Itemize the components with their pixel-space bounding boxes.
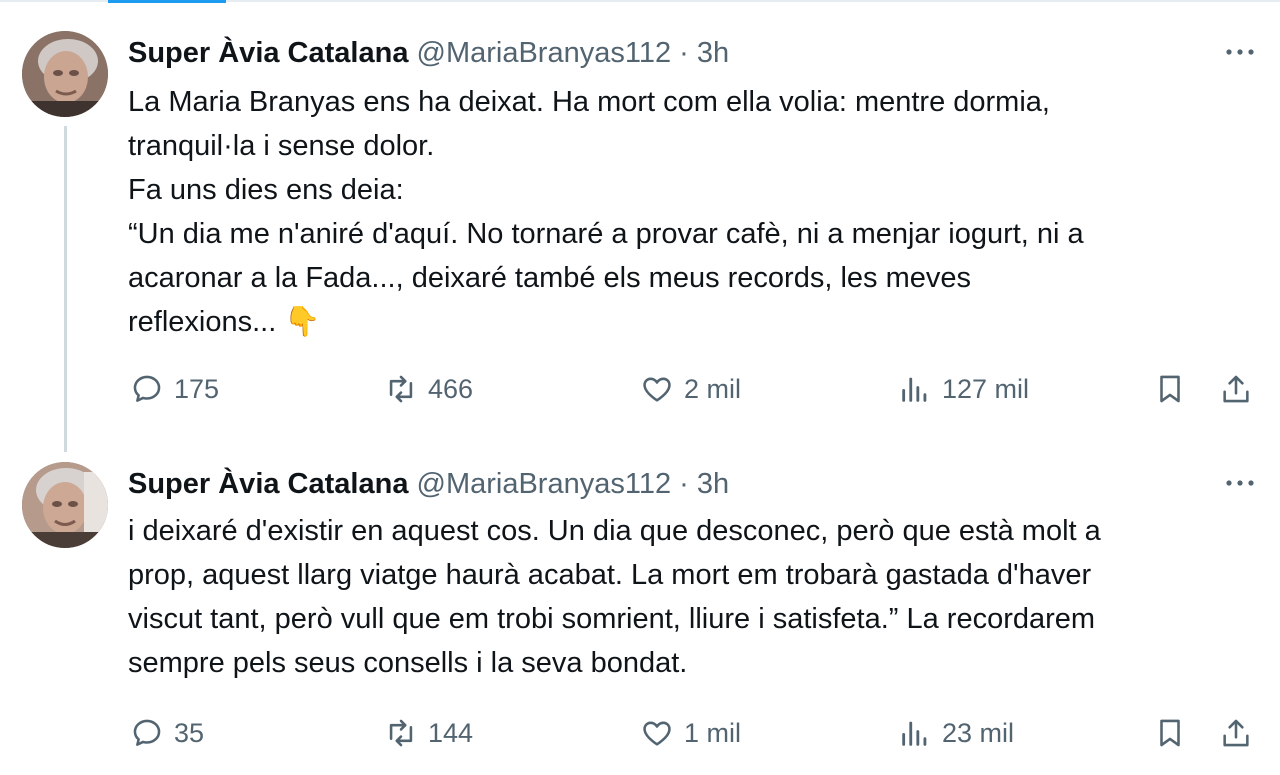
tweet-text-line: sempre pels seus consells i la seva bond…: [128, 647, 688, 679]
more-icon[interactable]: [1222, 471, 1258, 495]
share-icon: [1223, 719, 1249, 747]
reply-count: 35: [174, 717, 205, 748]
like-count: 1 mil: [684, 717, 742, 748]
timestamp[interactable]: 3h: [697, 468, 729, 500]
views-icon: [902, 721, 927, 746]
avatar[interactable]: [22, 462, 108, 548]
views-count: 23 mil: [942, 717, 1015, 748]
reply-icon: [133, 719, 161, 746]
retweet-icon: [389, 719, 413, 747]
bookmark-button[interactable]: [1153, 715, 1187, 751]
tweet-header: Super Àvia Catalana @MariaBranyas112 · 3…: [128, 466, 729, 502]
tweet-text-line: viscut tant, però vull que em trobi somr…: [128, 603, 1096, 635]
separator: ·: [679, 468, 689, 500]
bookmark-icon: [1160, 719, 1180, 747]
author-handle[interactable]: @MariaBranyas112: [417, 468, 672, 500]
tweet-text: i deixaré d'existir en aquest cos. Un di…: [128, 509, 1268, 685]
retweet-button[interactable]: 144: [384, 715, 473, 751]
share-button[interactable]: [1219, 715, 1253, 751]
tweet-text-line: prop, aquest llarg viatge haurà acabat. …: [128, 559, 1092, 591]
author-name[interactable]: Super Àvia Catalana: [128, 468, 408, 500]
like-button[interactable]: 1 mil: [640, 715, 741, 751]
views-button[interactable]: 23 mil: [898, 715, 1014, 751]
tweet[interactable]: Super Àvia Catalana @MariaBranyas112 · 3…: [0, 0, 1280, 775]
reply-button[interactable]: 35: [130, 715, 204, 751]
tweet-text-line: i deixaré d'existir en aquest cos. Un di…: [128, 515, 1101, 547]
retweet-count: 144: [428, 717, 474, 748]
like-icon: [643, 721, 671, 746]
